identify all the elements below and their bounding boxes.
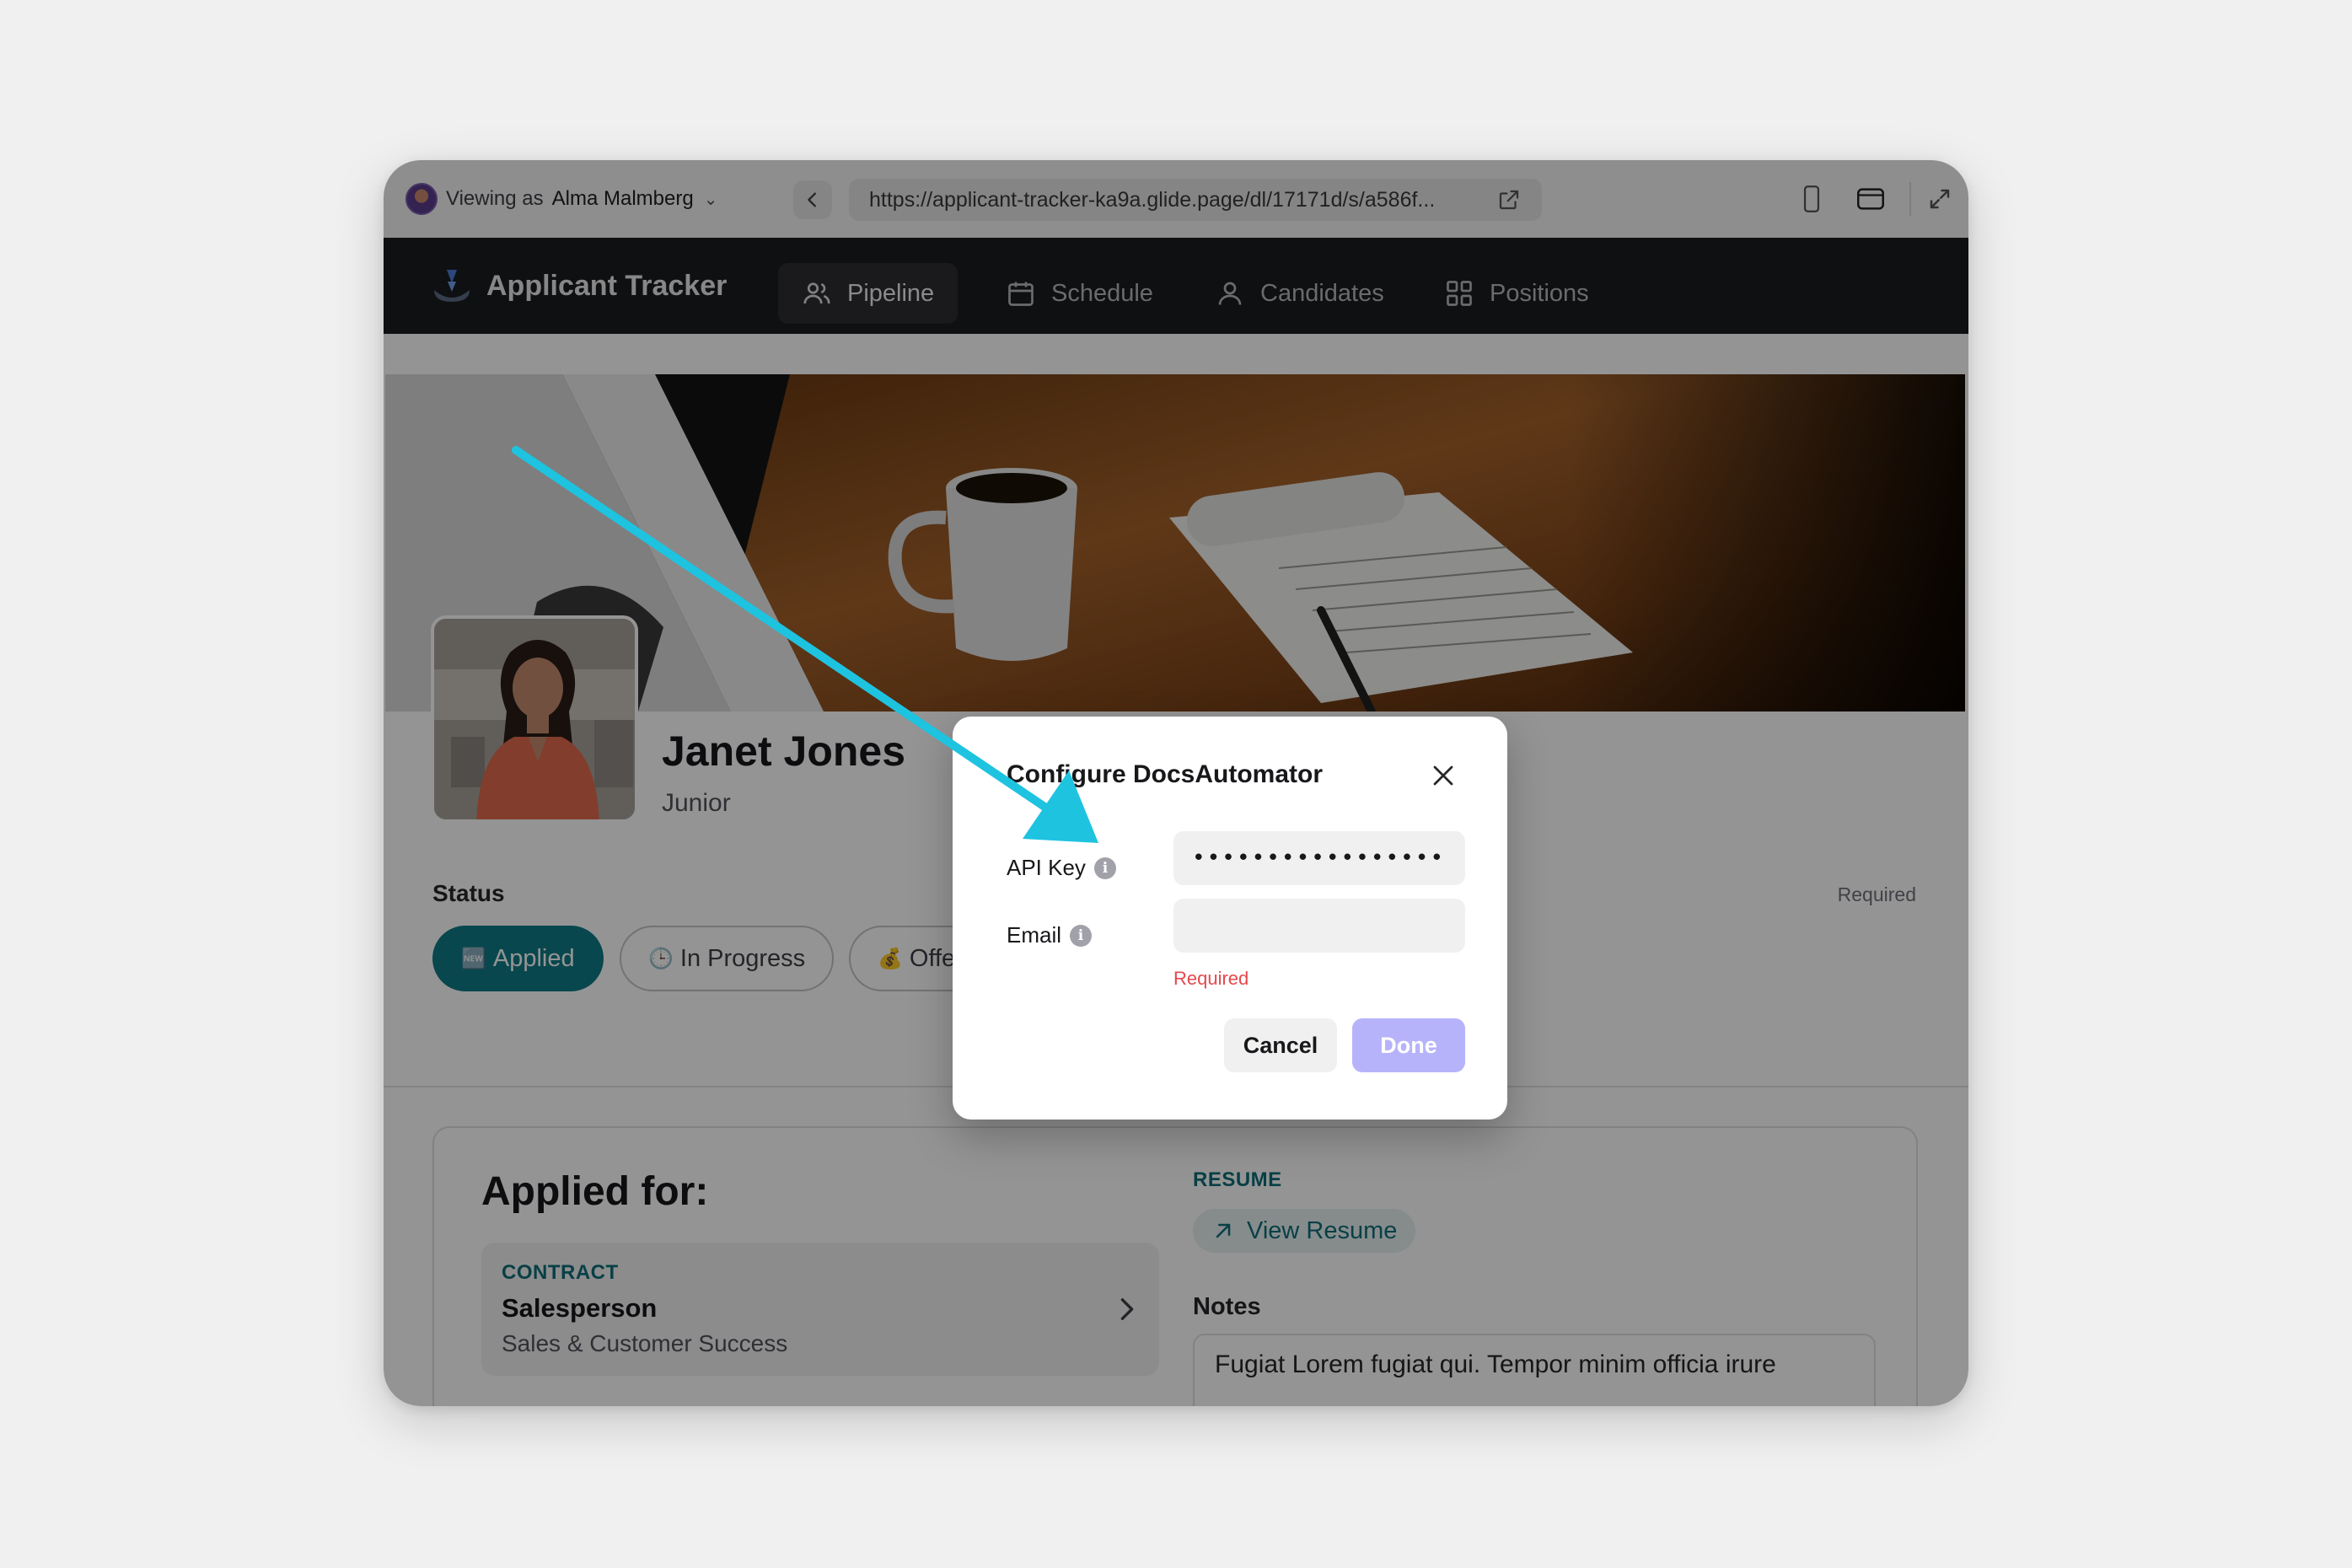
info-icon[interactable]: i [1093,856,1116,879]
email-label-text: Email [1007,922,1062,948]
close-button[interactable] [1425,757,1462,794]
info-icon[interactable]: i [1070,924,1093,947]
email-error-message: Required [1173,968,1249,989]
email-input[interactable] [1173,899,1465,953]
close-icon [1433,765,1453,786]
done-button[interactable]: Done [1352,1018,1465,1072]
dialog-title: Configure DocsAutomator [1007,760,1323,788]
api-key-label-text: API Key [1007,855,1086,880]
configure-docsautomator-dialog: Configure DocsAutomator API Key i Email … [953,717,1507,1120]
email-label: Email i [1007,922,1093,948]
api-key-input[interactable] [1173,831,1465,885]
app-window: Viewing as Alma Malmberg ⌄ https://appli… [384,160,1968,1406]
api-key-label: API Key i [1007,855,1116,881]
cancel-button[interactable]: Cancel [1224,1018,1337,1072]
